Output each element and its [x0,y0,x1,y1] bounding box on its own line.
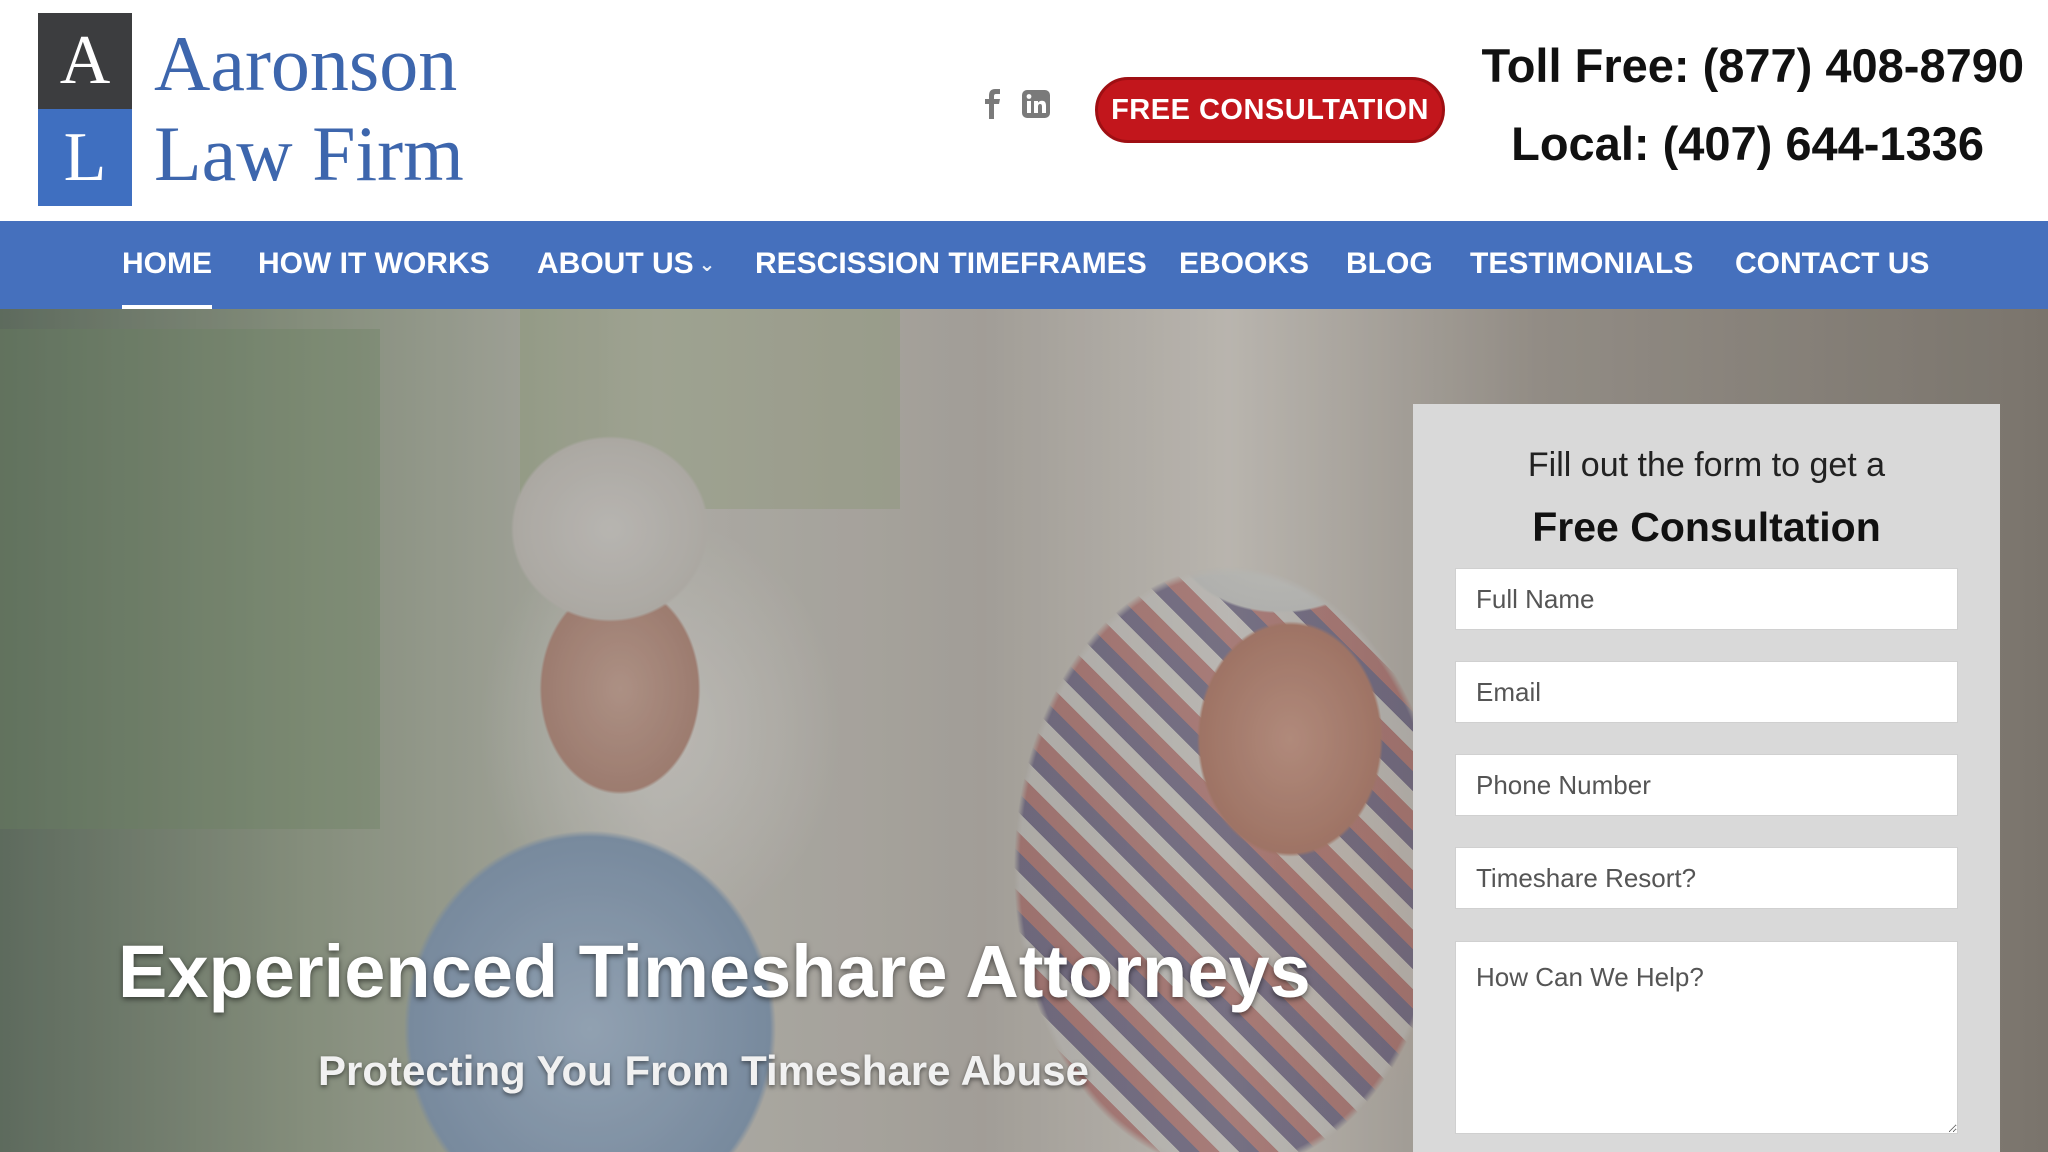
toll-free-phone[interactable]: Toll Free: (877) 408-8790 [1482,38,2025,93]
free-consultation-button[interactable]: FREE CONSULTATION [1095,77,1445,143]
hero-title: Experienced Timeshare Attorneys [118,930,1311,1013]
full-name-input[interactable] [1455,568,1958,630]
hero-subtitle: Protecting You From Timeshare Abuse [318,1047,1089,1094]
how-can-we-help-textarea[interactable] [1455,941,1958,1134]
nav-how-it-works[interactable]: HOW IT WORKS [258,221,490,309]
nav-home[interactable]: HOME [122,221,212,309]
logo-mark[interactable]: A L [38,13,132,206]
nav-rescission-timeframes[interactable]: RESCISSION TIMEFRAMES [755,221,1147,309]
nav-about-us-label: ABOUT US [537,247,694,280]
nav-testimonials[interactable]: TESTIMONIALS [1470,221,1693,309]
logo-top-block: A [38,13,132,109]
timeshare-resort-input[interactable] [1455,847,1958,909]
facebook-glyph [985,89,1000,119]
logo-bottom-block: L [38,109,132,206]
linkedin-glyph [1022,90,1050,118]
logo-name-line2[interactable]: Law Firm [154,110,464,198]
chevron-down-icon: ⌄ [698,254,716,277]
linkedin-icon[interactable] [1020,88,1052,120]
nav-contact-us[interactable]: CONTACT US [1735,221,1929,309]
email-input[interactable] [1455,661,1958,723]
facebook-icon[interactable] [976,88,1008,120]
phone-number-input[interactable] [1455,754,1958,816]
logo-letter-l: L [63,119,107,196]
logo-name-line1[interactable]: Aaronson [154,20,457,108]
form-title: Free Consultation [1532,504,1881,550]
local-phone[interactable]: Local: (407) 644-1336 [1511,116,1984,171]
form-intro-text: Fill out the form to get a [1527,446,1886,484]
nav-ebooks[interactable]: EBOOKS [1179,221,1309,309]
consultation-form: Fill out the form to get a Free Consulta… [1413,404,2000,1152]
main-nav: HOME HOW IT WORKS ABOUT US ⌄ RESCISSION T… [0,221,2048,310]
logo-letter-a: A [59,22,111,99]
nav-blog[interactable]: BLOG [1346,221,1433,309]
site-header: A L Aaronson Law Firm FREE CONSULTATION … [0,0,2048,221]
nav-about-us[interactable]: ABOUT US ⌄ [537,221,715,309]
